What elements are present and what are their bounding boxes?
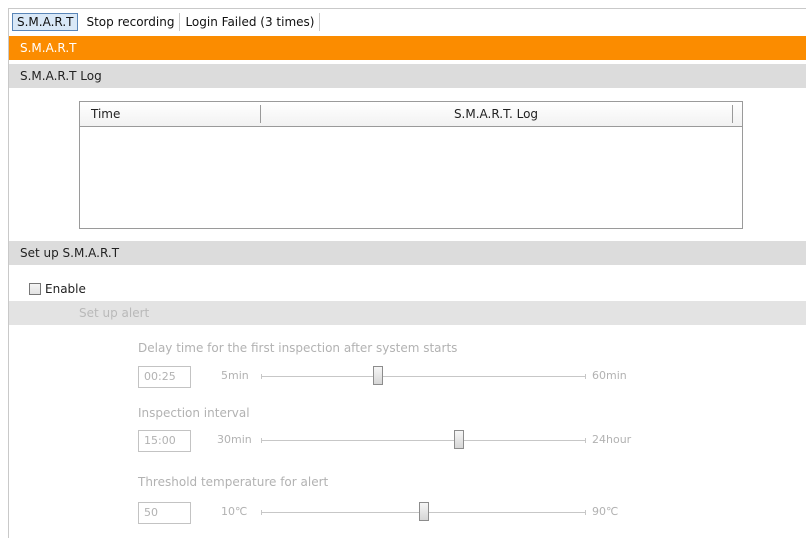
enable-row[interactable]: Enable [29, 281, 86, 297]
smart-log-heading: S.M.A.R.T Log [9, 64, 806, 88]
inspection-interval-field[interactable]: 15:00 [138, 430, 191, 452]
delay-time-slider-track[interactable] [261, 374, 586, 379]
column-header-smart-log[interactable]: S.M.A.R.T. Log [261, 102, 731, 126]
inspection-interval-slider-track[interactable] [261, 438, 586, 443]
column-header-time[interactable]: Time [91, 102, 120, 126]
threshold-temperature-field[interactable]: 50 [138, 502, 191, 524]
inspection-interval-label: Inspection interval [138, 406, 250, 420]
smart-panel: S.M.A.R.T Stop recording Login Failed (3… [8, 8, 806, 538]
threshold-temperature-slider-thumb[interactable] [419, 502, 429, 521]
delay-time-slider-thumb[interactable] [373, 366, 383, 385]
delay-time-field[interactable]: 00:25 [138, 366, 191, 388]
tab-login-failed[interactable]: Login Failed (3 times) [180, 13, 321, 31]
enable-checkbox[interactable] [29, 283, 41, 295]
tab-smart[interactable]: S.M.A.R.T [12, 13, 79, 31]
enable-label[interactable]: Enable [45, 282, 86, 296]
threshold-temperature-min-label: 10℃ [221, 505, 248, 518]
threshold-temperature-max-label: 90℃ [592, 505, 619, 518]
smart-log-table[interactable]: Time S.M.A.R.T. Log [79, 101, 743, 229]
column-divider[interactable] [732, 105, 733, 123]
tab-stop-recording[interactable]: Stop recording [81, 13, 181, 31]
tab-strip: S.M.A.R.T Stop recording Login Failed (3… [9, 12, 321, 32]
table-header: Time S.M.A.R.T. Log [80, 102, 742, 127]
delay-time-label: Delay time for the first inspection afte… [138, 341, 458, 355]
inspection-interval-slider-thumb[interactable] [454, 430, 464, 449]
threshold-temperature-label: Threshold temperature for alert [138, 475, 329, 489]
inspection-interval-max-label: 24hour [592, 433, 632, 446]
setup-smart-heading: Set up S.M.A.R.T [9, 241, 806, 265]
setup-alert-heading: Set up alert [9, 301, 806, 325]
delay-time-min-label: 5min [221, 369, 249, 382]
page-title: S.M.A.R.T [9, 36, 806, 60]
delay-time-max-label: 60min [592, 369, 627, 382]
inspection-interval-min-label: 30min [217, 433, 252, 446]
